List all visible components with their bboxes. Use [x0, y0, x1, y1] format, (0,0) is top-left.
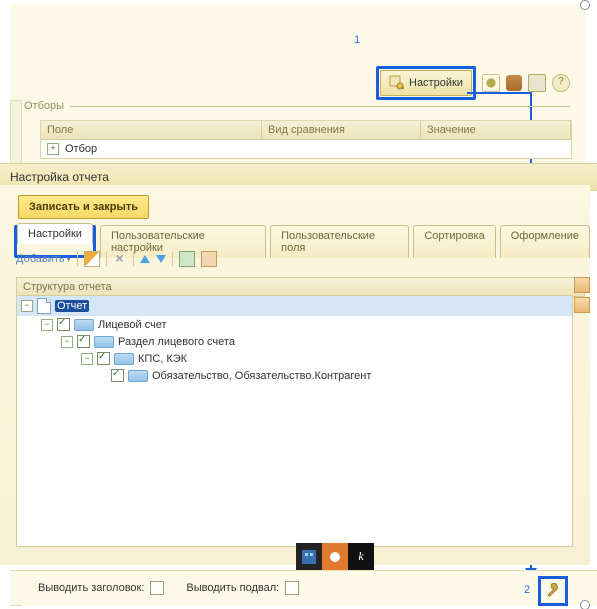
move-up-icon[interactable]: [140, 255, 150, 263]
tab-user-fields[interactable]: Пользовательские поля: [270, 225, 409, 258]
tab-settings[interactable]: Настройки: [17, 223, 93, 244]
structure-header: Структура отчета: [16, 277, 585, 297]
tree-node[interactable]: − Раздел лицевого счета: [17, 333, 572, 350]
tree-label: КПС, КЭК: [138, 353, 187, 365]
separator: [133, 252, 134, 266]
scroll-strip[interactable]: [10, 100, 22, 167]
col-comparison[interactable]: Вид сравнения: [262, 121, 421, 139]
checkbox-icon[interactable]: [77, 335, 90, 348]
filters-table: Поле Вид сравнения Значение + Отбор: [40, 120, 572, 159]
taskbar-app-icon[interactable]: k: [348, 543, 374, 570]
col-value[interactable]: Значение: [421, 121, 571, 139]
dropdown-icon: ▾: [67, 255, 71, 264]
tree-label: Лицевой счет: [98, 319, 167, 331]
footer-bar: Выводить заголовок: Выводить подвал:: [10, 570, 597, 605]
filters-section-title: Отборы: [24, 100, 70, 112]
expand-icon[interactable]: +: [47, 143, 59, 155]
save-and-close-button[interactable]: Записать и закрыть: [18, 195, 149, 219]
annotation-arrow: [467, 92, 531, 94]
collapse-icon[interactable]: −: [41, 319, 53, 331]
add-button[interactable]: Добавить▾: [16, 253, 71, 265]
filters-table-header: Поле Вид сравнения Значение: [41, 121, 571, 140]
highlight-box-2: [538, 576, 568, 606]
taskbar-app-icon[interactable]: [322, 543, 348, 570]
collapse-icon[interactable]: −: [21, 300, 33, 312]
settings-button[interactable]: Настройки: [380, 70, 472, 96]
collapse-icon[interactable]: −: [81, 353, 93, 365]
separator: [172, 252, 173, 266]
tree-node[interactable]: − КПС, КЭК: [17, 350, 572, 367]
separator: [77, 252, 78, 266]
tree-node[interactable]: Обязательство, Обязательство.Контрагент: [17, 367, 572, 384]
settings-key-icon: [389, 75, 405, 91]
dialog-body: Записать и закрыть Настройки Пользовател…: [0, 185, 590, 565]
tree-node[interactable]: − Лицевой счет: [17, 316, 572, 333]
side-tool-icon[interactable]: [574, 277, 590, 293]
selection-handle[interactable]: [580, 600, 590, 609]
file-icon[interactable]: [528, 74, 546, 92]
report-icon: [37, 298, 51, 314]
taskbar-app-icon[interactable]: [296, 543, 322, 570]
table-row[interactable]: + Отбор: [41, 140, 571, 158]
selection-handle[interactable]: [580, 0, 590, 10]
wrench-icon[interactable]: [545, 583, 561, 599]
checkbox-icon[interactable]: [97, 352, 110, 365]
separator: [106, 252, 107, 266]
field-icon: [128, 370, 148, 382]
annotation-1: 1: [354, 34, 360, 46]
field-icon: [114, 353, 134, 365]
row-label: Отбор: [65, 143, 97, 155]
checkbox-icon[interactable]: [111, 369, 124, 382]
structure-toolbar: Добавить▾ ×: [16, 251, 217, 267]
edit-icon[interactable]: [84, 251, 100, 267]
tree-label: Отчет: [55, 300, 89, 312]
show-header-checkbox[interactable]: [150, 581, 164, 595]
form-icon[interactable]: [201, 251, 217, 267]
gear-icon[interactable]: [482, 74, 500, 92]
section-divider: [70, 106, 570, 107]
checkbox-icon[interactable]: [57, 318, 70, 331]
side-tool-icon[interactable]: [574, 297, 590, 313]
tree-label: Обязательство, Обязательство.Контрагент: [152, 370, 371, 382]
show-header-label: Выводить заголовок:: [38, 582, 144, 594]
tab-sort[interactable]: Сортировка: [413, 225, 495, 258]
show-footer-label: Выводить подвал:: [186, 582, 279, 594]
taskbar: k: [296, 543, 374, 570]
top-toolbar: Настройки ?: [376, 66, 570, 100]
database-icon[interactable]: [506, 75, 522, 91]
structure-tree: − Отчет − Лицевой счет − Раздел лицевого…: [16, 295, 573, 547]
highlight-box-1: Настройки: [376, 66, 476, 100]
settings-button-label: Настройки: [409, 77, 463, 89]
move-down-icon[interactable]: [156, 255, 166, 263]
delete-icon[interactable]: ×: [113, 252, 127, 266]
field-icon: [74, 319, 94, 331]
collapse-icon[interactable]: −: [61, 336, 73, 348]
form-icon[interactable]: [179, 251, 195, 267]
col-field[interactable]: Поле: [41, 121, 262, 139]
field-icon: [94, 336, 114, 348]
annotation-2: 2: [524, 584, 530, 596]
help-icon[interactable]: ?: [552, 74, 570, 92]
tree-label: Раздел лицевого счета: [118, 336, 235, 348]
tree-root[interactable]: − Отчет: [17, 296, 572, 316]
show-footer-checkbox[interactable]: [285, 581, 299, 595]
tab-formatting[interactable]: Оформление: [500, 225, 590, 258]
